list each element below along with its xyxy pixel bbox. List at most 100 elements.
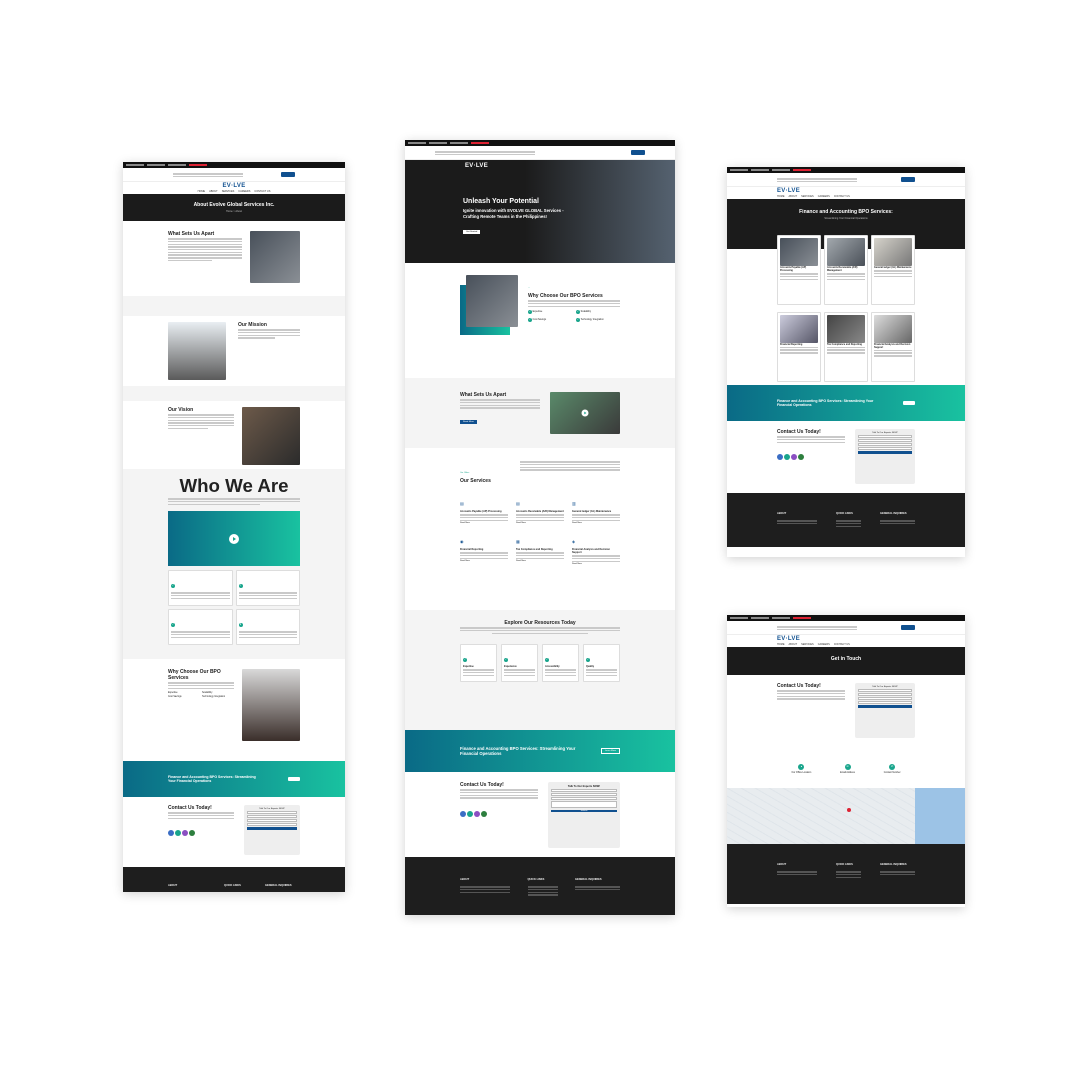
page-title: Finance and Accounting BPO Services: [799, 209, 893, 215]
logo[interactable]: EV·LVE [222, 183, 245, 189]
finance-banner: Finance and Accounting BPO Services: Str… [123, 761, 345, 797]
form-title: Talk To Our Experts NOW! [567, 785, 601, 788]
service-item: ▤ Accounts Receivable (A/R) Management Rea… [516, 501, 564, 525]
sets-apart-section: What Sets Us Apart [123, 221, 345, 296]
document-icon: ▤ [516, 501, 520, 506]
experience-icon: ✓ [504, 658, 508, 663]
resource-card: ✓ Quality [583, 644, 620, 683]
feature-icon: ♥ [238, 623, 243, 628]
contact-info: ● Our Office Location ✉ Email Address ✆ Con… [791, 764, 901, 774]
main-nav: EV·LVE HOME ABOUT SERVICES CAREERS CONTACT U… [123, 182, 345, 194]
learn-more-button[interactable] [288, 777, 300, 781]
team-image [242, 669, 300, 741]
contact-section: Contact Us Today! Talk To Our Experts NO… [727, 675, 965, 750]
contact-title: Contact Us Today! [168, 805, 212, 811]
hero-subtitle: Ignite innovation with EVOLVE GLOBAL Ser… [463, 208, 564, 219]
learn-more-button[interactable] [903, 401, 915, 405]
contact-section: Contact Us Today! Talk To Our Experts NO… [123, 797, 345, 867]
feature-icon: ✓ [238, 584, 243, 589]
quote-button[interactable] [901, 177, 915, 182]
quote-button[interactable] [901, 625, 915, 630]
logo[interactable]: EV·LVE [777, 636, 800, 642]
map[interactable] [727, 788, 965, 844]
contact-form: Talk To Our Experts NOW! [855, 429, 915, 484]
expertise-icon: ✓ [528, 310, 532, 315]
cost-icon: ✓ [528, 318, 532, 323]
page-subtitle: Streamlining Your Financial Operations [824, 217, 868, 220]
submit-button[interactable] [858, 704, 912, 708]
feature-icon: ✓ [171, 623, 175, 628]
logo[interactable]: EV·LVE [465, 163, 488, 169]
banner-title: Finance and Accounting BPO Services: Str… [777, 399, 874, 407]
feature-card: ✓ [168, 570, 233, 607]
about-page-screenshot: EV·LVE HOME ABOUT SERVICES CAREERS CONTACT U… [123, 162, 345, 892]
resources-title: Explore Our Resources Today [504, 620, 576, 626]
get-started-button[interactable]: Get Started [463, 230, 481, 234]
main-nav: EV·LVE HOME ABOUT SERVICES CAREERS CONTACT U… [777, 636, 850, 646]
submit-button[interactable]: Submit [551, 810, 617, 813]
resources-section: Explore Our Resources Today ✓ Expertise ✓… [405, 610, 675, 730]
map-pin-icon[interactable] [847, 808, 851, 812]
service-item: ◉ Financial Reporting Read More [460, 530, 508, 565]
footer: ABOUT QUICK LINKS GENERAL INQUIRIES [727, 493, 965, 547]
feature-card: ✓ [168, 609, 233, 646]
why-choose-title: Why Choose Our BPO Services [168, 669, 221, 681]
nav-services[interactable]: SERVICES [222, 190, 235, 193]
info-bar [123, 168, 345, 182]
page-title: Get in Touch [830, 656, 862, 662]
contact-form: Talk To Our Experts NOW! [244, 805, 300, 855]
play-icon[interactable] [229, 533, 239, 544]
contact-form: Talk To Our Experts NOW! [855, 683, 915, 738]
breadcrumb: Home > About [226, 210, 242, 213]
info-bar [405, 146, 675, 160]
nav-contact[interactable]: CONTACT US [254, 190, 270, 193]
quote-button[interactable] [631, 150, 645, 155]
vision-image [242, 407, 300, 465]
service-grid: Accounts Payable (AP) Processing Account… [727, 235, 965, 385]
quote-button[interactable] [281, 172, 295, 177]
ledger-icon: ▥ [572, 501, 576, 506]
finance-banner: Finance and Accounting BPO Services: Str… [405, 730, 675, 772]
info-bar [727, 621, 965, 635]
logo[interactable]: EV·LVE [777, 188, 800, 194]
sets-apart-title: What Sets Us Apart [460, 392, 507, 398]
play-icon[interactable] [581, 409, 589, 417]
form-title: Talk To Our Experts NOW! [872, 432, 898, 434]
contact-title: Contact Us Today! [777, 429, 821, 435]
contact-title: Contact Us Today! [460, 782, 504, 788]
quality-icon: ✓ [586, 658, 590, 663]
home-hero: EV·LVE HOMEABOUTSERVICESCAREERSCONTACT U… [405, 160, 675, 263]
service-card: Financial Reporting [777, 311, 821, 382]
scalability-icon: ✓ [576, 310, 580, 315]
service-card: General ledger (GL) Maintenance [871, 235, 915, 305]
resource-card: ✓ Experience [501, 644, 538, 683]
banner-title: Finance and Accounting BPO Services: Str… [460, 746, 576, 756]
accessibility-icon: ✓ [545, 658, 549, 663]
vision-title: Our Vision [168, 407, 194, 413]
why-item: Scalability [202, 692, 213, 695]
expertise-icon: ✓ [463, 658, 467, 663]
submit-button[interactable] [247, 826, 297, 830]
why-item: Cost Savings [168, 696, 182, 699]
nav-careers[interactable]: CAREERS [238, 190, 250, 193]
nav-about[interactable]: ABOUT [209, 190, 218, 193]
vision-section: Our Vision [123, 401, 345, 469]
submit-button[interactable] [858, 450, 912, 454]
email-icon: ✉ [844, 764, 851, 770]
form-title: Talk To Our Experts NOW! [259, 808, 285, 810]
learn-more-button[interactable]: Learn More [600, 748, 620, 754]
video-banner[interactable] [168, 511, 300, 567]
phone-icon: ✆ [889, 764, 896, 770]
info-bar [727, 173, 965, 187]
nav-home[interactable]: HOME [198, 190, 206, 193]
analysis-icon: ◈ [572, 539, 576, 545]
finance-banner: Finance and Accounting BPO Services: Str… [727, 385, 965, 421]
who-we-are-title: Who We Are [179, 475, 289, 496]
services-page-screenshot: EV·LVE HOME ABOUT SERVICES CAREERS CONTACT U… [727, 167, 965, 557]
office-image [250, 231, 300, 283]
meeting-image [550, 392, 620, 434]
read-more-button[interactable]: Read More [460, 419, 477, 424]
footer: ABOUT QUICK LINKS GENERAL INQUIRIES [123, 867, 345, 892]
resource-card: ✓ Accessibility [542, 644, 579, 683]
mission-title: Our Mission [238, 322, 267, 328]
